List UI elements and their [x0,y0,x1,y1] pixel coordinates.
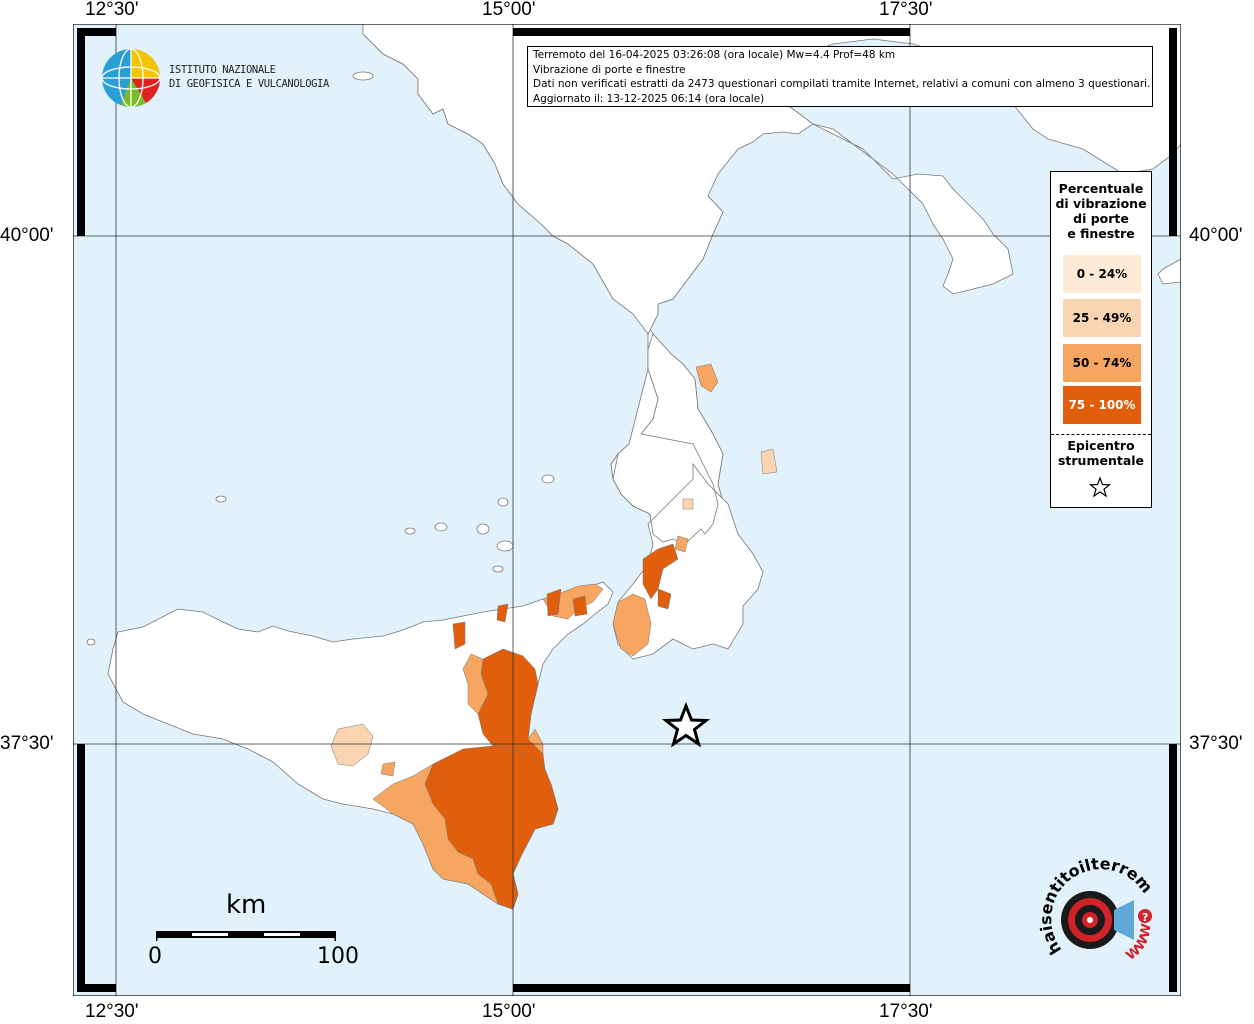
legend-class-75-100: 75 - 100% [1063,386,1141,424]
ingv-name-line2: DI GEOFISICA E VULCANOLOGIA [169,78,329,90]
lon-label-top-1: 12°30' [85,0,139,20]
lon-label-bottom-1: 12°30' [85,1001,139,1022]
legend-star-icon [1089,476,1111,498]
legend-class-25-49: 25 - 49% [1063,299,1141,337]
hsit-target-icon [1061,891,1119,949]
ingv-name-line1: ISTITUTO NAZIONALE [169,64,276,76]
lon-label-bottom-3: 17°30' [879,1001,933,1022]
map-parameter: Vibrazione di porte e finestre [533,63,686,76]
event-title: Terremoto del 16-04-2025 03:26:08 (ora l… [533,49,896,61]
data-note: Dati non verificati estratti da 2473 que… [533,78,1151,91]
lat-label-right-2: 37°30' [1189,733,1243,754]
svg-text:?: ? [1142,911,1148,924]
legend-class-0-24: 0 - 24% [1063,255,1141,293]
lon-label-bottom-2: 15°00' [482,1001,536,1022]
event-info-box: Terremoto del 16-04-2025 03:26:08 (ora l… [527,46,1153,107]
lon-label-top-3: 17°30' [879,0,933,20]
legend-separator [1051,434,1151,435]
legend-epicenter-line1: Epicentro [1067,438,1135,453]
legend-title-line3: di porte [1073,211,1129,226]
ingv-globe-icon [101,48,161,108]
update-time: Aggiornato il: 13-12-2025 06:14 (ora loc… [533,92,765,105]
lat-label-left-1: 40°00' [0,225,54,246]
intensity-map[interactable] [73,24,1181,996]
ingv-name: ISTITUTO NAZIONALE DI GEOFISICA E VULCAN… [169,63,329,91]
legend-title: Percentuale di vibrazione di porte e fin… [1051,172,1151,241]
legend-title-line4: e finestre [1067,226,1135,241]
scale-min-label: 0 [148,944,162,969]
scale-bar [156,931,336,941]
lat-label-right-1: 40°00' [1189,225,1243,246]
legend-epicenter-label: Epicentro strumentale [1051,438,1151,468]
legend: Percentuale di vibrazione di porte e fin… [1050,171,1152,508]
legend-title-line2: di vibrazione [1055,196,1147,211]
legend-title-line1: Percentuale [1058,181,1144,196]
scale-max-label: 100 [317,944,359,969]
hsit-logo: haisentitoilterremoto.it WWW. ? [1030,858,1157,964]
legend-epicenter-line2: strumentale [1057,453,1145,468]
lat-label-left-2: 37°30' [0,733,54,754]
hsit-megaphone-icon [1114,900,1134,940]
lon-label-top-2: 15°00' [482,0,536,20]
legend-class-50-74: 50 - 74% [1063,344,1141,382]
